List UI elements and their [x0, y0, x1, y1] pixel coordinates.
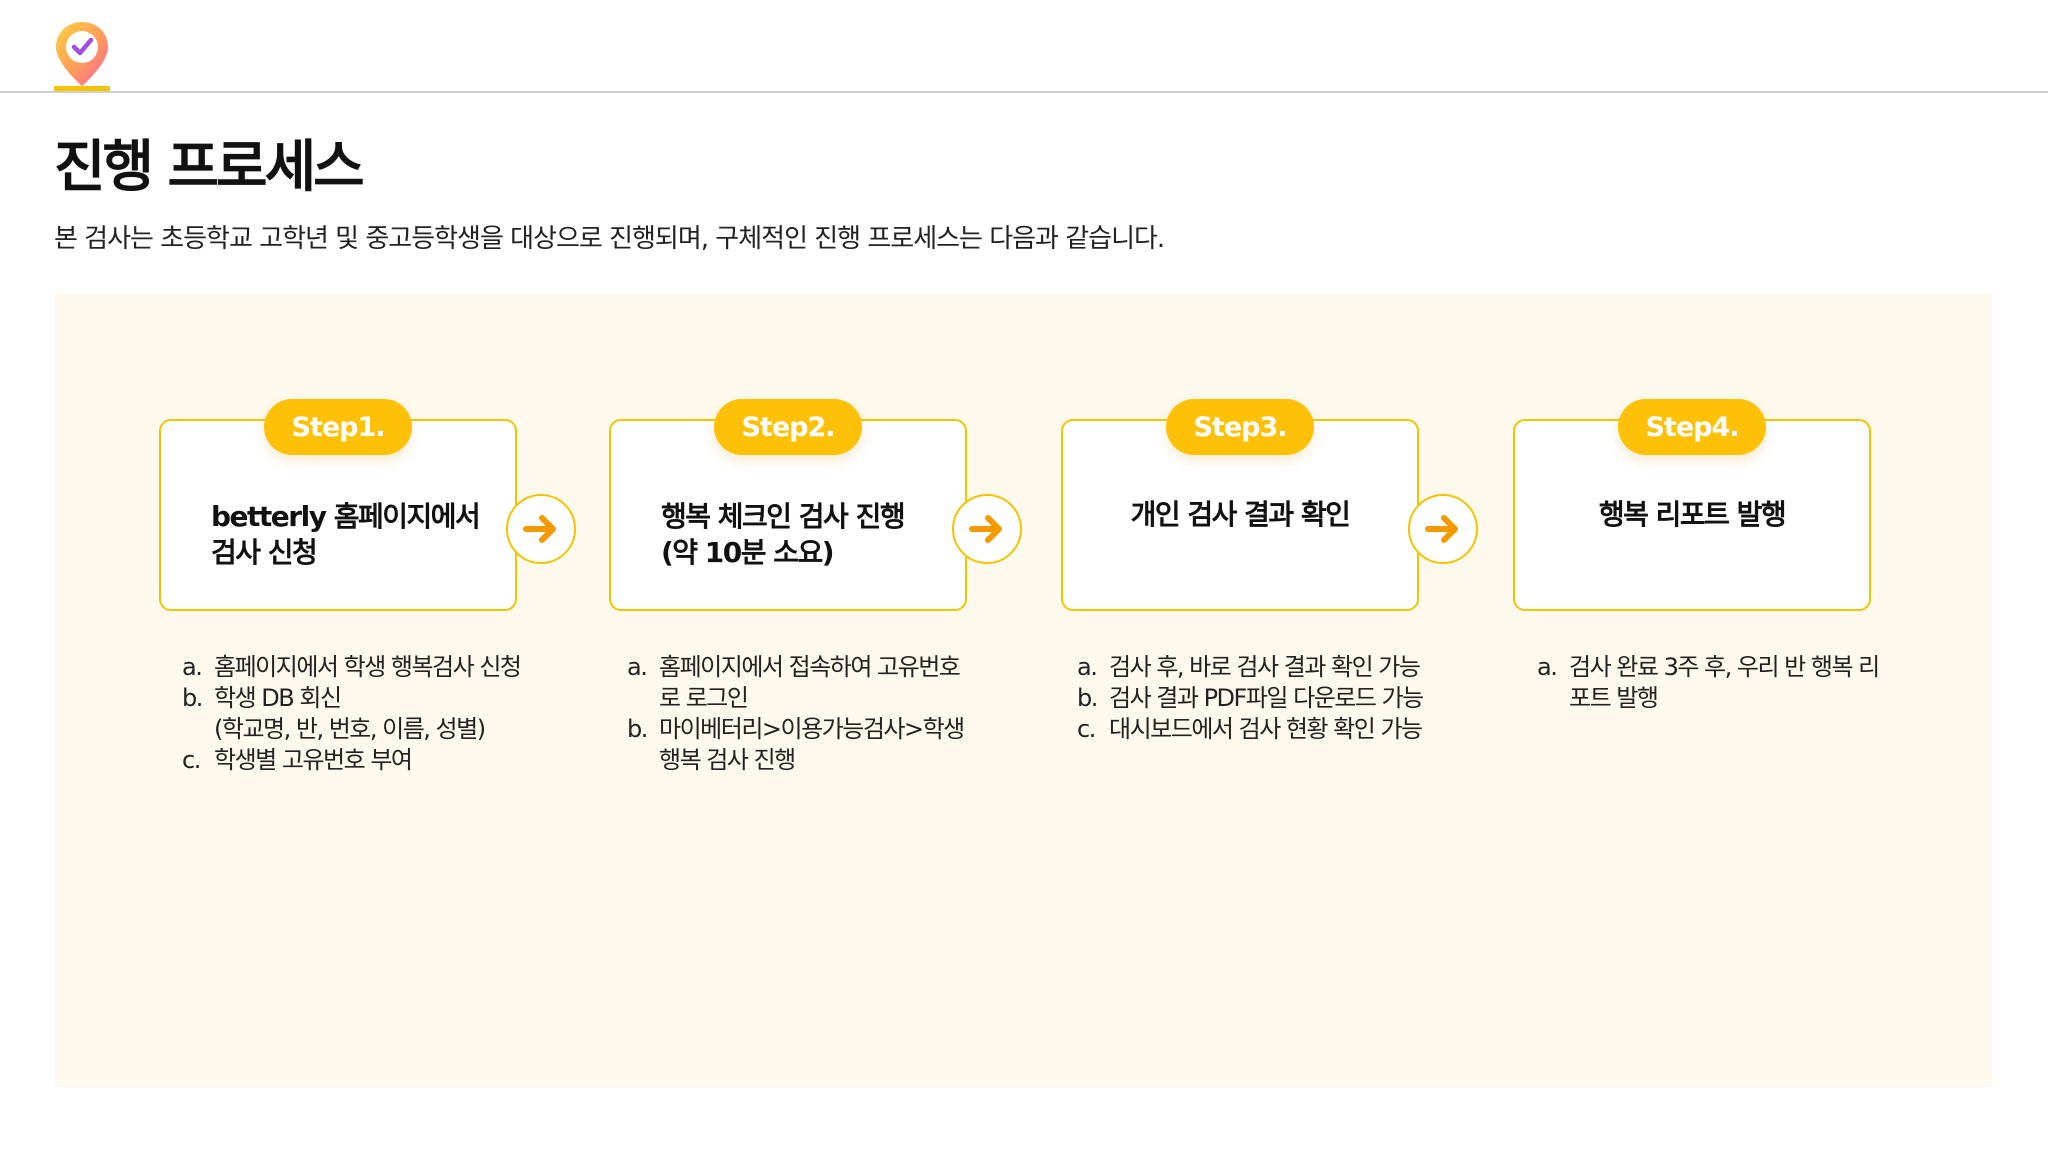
- step-card-1: Step1. betterly 홈페이지에서 검사 신청: [159, 399, 517, 611]
- list-text: 학생 DB 회신: [214, 684, 342, 712]
- step-card-3: Step3. 개인 검사 결과 확인: [1061, 399, 1419, 611]
- step-title-line: betterly 홈페이지에서: [211, 500, 481, 533]
- list-item: b. 마이베터리>이용가능검사>학생 행복 검사 진행: [627, 714, 965, 776]
- step-details-1: a. 홈페이지에서 학생 행복검사 신청 b. 학생 DB 회신 (학교명, 반…: [182, 652, 522, 776]
- step-title-1: betterly 홈페이지에서 검사 신청: [211, 499, 487, 571]
- list-text: 학생별 고유번호 부여: [214, 746, 413, 774]
- list-item: c. 대시보드에서 검사 현황 확인 가능: [1077, 714, 1423, 745]
- list-marker: c.: [182, 746, 201, 774]
- step-title-line: 행복 체크인 검사 진행: [661, 500, 906, 533]
- step-label-2: Step2.: [714, 399, 862, 455]
- arrow-step3-to-step4: [1408, 494, 1478, 564]
- header-divider: [0, 91, 2048, 93]
- arrow-right-icon: [969, 515, 1002, 543]
- step-title-4: 행복 리포트 발행: [1525, 497, 1859, 533]
- list-text: 포트 발행: [1569, 684, 1659, 712]
- list-marker: a.: [182, 653, 203, 681]
- arrow-right-icon: [1425, 515, 1458, 543]
- list-text: 검사 결과 PDF파일 다운로드 가능: [1109, 684, 1424, 712]
- step-label-3: Step3.: [1166, 399, 1314, 455]
- list-item: a. 홈페이지에서 학생 행복검사 신청: [182, 652, 522, 683]
- step-title-3: 개인 검사 결과 확인: [1073, 497, 1407, 533]
- list-item: a. 검사 완료 3주 후, 우리 반 행복 리 포트 발행: [1537, 652, 1880, 714]
- page-subtitle: 본 검사는 초등학교 고학년 및 중고등학생을 대상으로 진행되며, 구체적인 …: [54, 224, 1165, 254]
- list-marker: c.: [1077, 715, 1096, 743]
- list-item: b. 학생 DB 회신 (학교명, 반, 번호, 이름, 성별): [182, 683, 521, 745]
- list-text: 행복 검사 진행: [659, 746, 796, 774]
- step-details-2: a. 홈페이지에서 접속하여 고유번호 로 로그인 b. 마이베터리>이용가능검…: [627, 652, 965, 776]
- list-marker: a.: [627, 653, 648, 681]
- list-marker: a.: [1077, 653, 1098, 681]
- page-title: 진행 프로세스: [54, 135, 365, 200]
- step-title-line: (약 10분 소요): [661, 536, 835, 569]
- step-card-2: Step2. 행복 체크인 검사 진행 (약 10분 소요): [609, 399, 967, 611]
- step-details-3: a. 검사 후, 바로 검사 결과 확인 가능 b. 검사 결과 PDF파일 다…: [1077, 652, 1424, 745]
- arrow-right-icon: [523, 515, 556, 543]
- list-text: 홈페이지에서 학생 행복검사 신청: [214, 653, 522, 681]
- list-text: 로 로그인: [659, 684, 749, 712]
- arrow-step1-to-step2: [506, 494, 576, 564]
- step-details-4: a. 검사 완료 3주 후, 우리 반 행복 리 포트 발행: [1537, 652, 1880, 714]
- step-label-4: Step4.: [1618, 399, 1766, 455]
- list-text: 마이베터리>이용가능검사>학생: [659, 715, 965, 743]
- list-text: 대시보드에서 검사 현황 확인 가능: [1109, 715, 1423, 743]
- list-marker: b.: [182, 684, 203, 712]
- list-item: c. 학생별 고유번호 부여: [182, 745, 521, 776]
- list-item: a. 홈페이지에서 접속하여 고유번호 로 로그인: [627, 652, 964, 714]
- list-text: 검사 완료 3주 후, 우리 반 행복 리: [1569, 653, 1880, 681]
- step-title-line: 행복 리포트 발행: [1598, 498, 1787, 531]
- step-title-line: 검사 신청: [211, 536, 318, 569]
- list-text: (학교명, 반, 번호, 이름, 성별): [214, 715, 486, 743]
- logo-underline: [54, 86, 110, 91]
- step-title-line: 개인 검사 결과 확인: [1130, 498, 1351, 531]
- list-text: 홈페이지에서 접속하여 고유번호: [659, 653, 961, 681]
- list-marker: b.: [627, 715, 648, 743]
- list-marker: b.: [1077, 684, 1098, 712]
- location-pin-check-icon[interactable]: [52, 20, 112, 92]
- list-text: 검사 후, 바로 검사 결과 확인 가능: [1109, 653, 1421, 681]
- list-item: a. 검사 후, 바로 검사 결과 확인 가능: [1077, 652, 1423, 683]
- step-title-2: 행복 체크인 검사 진행 (약 10분 소요): [661, 499, 937, 571]
- arrow-step2-to-step3: [952, 494, 1022, 564]
- list-marker: a.: [1537, 653, 1558, 681]
- step-card-4: Step4. 행복 리포트 발행: [1513, 399, 1871, 611]
- step-label-1: Step1.: [264, 399, 412, 455]
- list-item: b. 검사 결과 PDF파일 다운로드 가능: [1077, 683, 1424, 714]
